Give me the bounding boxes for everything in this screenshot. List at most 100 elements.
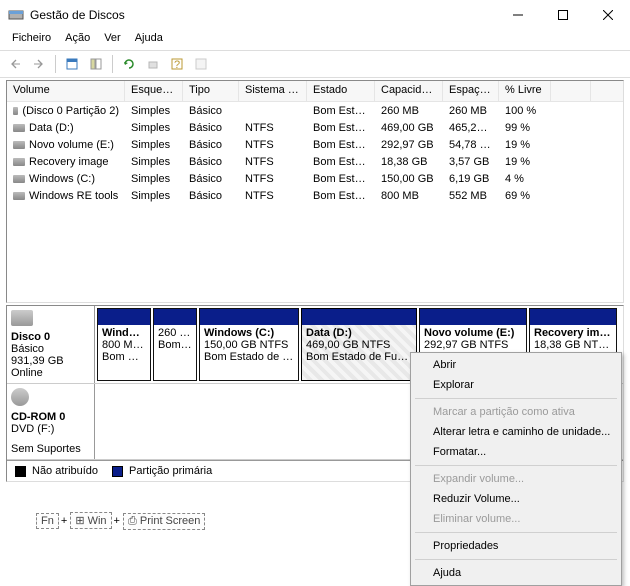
forward-button[interactable] (28, 53, 50, 75)
menu-view[interactable]: Ver (98, 30, 127, 50)
volume-row[interactable]: Windows RE toolsSimplesBásicoNTFSBom Est… (7, 187, 623, 204)
volume-icon (13, 175, 25, 183)
partition[interactable]: Windows (C:)150,00 GB NTFSBom Estado de … (199, 308, 299, 381)
cell-type: Básico (183, 189, 239, 203)
cell-fs: NTFS (239, 155, 307, 169)
window-title: Gestão de Discos (30, 8, 125, 22)
maximize-button[interactable] (540, 0, 585, 30)
cell-layout: Simples (125, 189, 183, 203)
settings-button[interactable] (190, 53, 212, 75)
partition-name: Recovery image (534, 327, 612, 339)
ctx-change-letter[interactable]: Alterar letra e caminho de unidade... (413, 422, 619, 442)
col-capacity[interactable]: Capacidade (375, 81, 443, 101)
legend-unallocated: Não atribuído (32, 465, 98, 477)
cell-pct: 4 % (499, 172, 551, 186)
partition-status: Bom Estac (102, 351, 146, 363)
volume-icon (13, 158, 25, 166)
eject-button[interactable] (142, 53, 164, 75)
ctx-properties[interactable]: Propriedades (413, 536, 619, 556)
cell-type: Básico (183, 138, 239, 152)
menu-action[interactable]: Ação (59, 30, 96, 50)
partition-status: Bom Est (158, 339, 192, 351)
help-button[interactable]: ? (166, 53, 188, 75)
col-pct[interactable]: % Livre (499, 81, 551, 101)
volume-icon (13, 141, 25, 149)
cell-capacity: 800 MB (375, 189, 443, 203)
cell-capacity: 260 MB (375, 104, 443, 118)
cell-free: 54,78 GB (443, 138, 499, 152)
partition-bar (302, 309, 416, 325)
minimize-button[interactable] (495, 0, 540, 30)
close-button[interactable] (585, 0, 630, 30)
partition-status: Bom Estado de Func (204, 351, 294, 363)
cell-type: Básico (183, 172, 239, 186)
cell-capacity: 150,00 GB (375, 172, 443, 186)
partition-size: 800 MB N (102, 339, 146, 351)
cell-type: Básico (183, 155, 239, 169)
refresh-button[interactable] (61, 53, 83, 75)
volume-row[interactable]: Data (D:)SimplesBásicoNTFSBom Estad...46… (7, 119, 623, 136)
col-volume[interactable]: Volume (7, 81, 125, 101)
partition[interactable]: Windows800 MB NBom Estac (97, 308, 151, 381)
ctx-format[interactable]: Formatar... (413, 442, 619, 462)
cell-status: Bom Estad... (307, 121, 375, 135)
ctx-explore[interactable]: Explorar (413, 375, 619, 395)
cell-layout: Simples (125, 121, 183, 135)
col-fs[interactable]: Sistema de ... (239, 81, 307, 101)
volume-name: Windows RE tools (29, 190, 118, 202)
volume-icon (13, 124, 25, 132)
ctx-reduce[interactable]: Reduzir Volume... (413, 489, 619, 509)
cell-fs: NTFS (239, 189, 307, 203)
volume-name: Data (D:) (29, 122, 74, 134)
key-fn: Fn (36, 513, 59, 529)
cell-layout: Simples (125, 138, 183, 152)
disk-status: Online (11, 367, 90, 379)
volume-name: Windows (C:) (29, 173, 95, 185)
cell-pct: 100 % (499, 104, 551, 118)
cell-layout: Simples (125, 172, 183, 186)
partition-name: Data (D:) (306, 327, 412, 339)
context-menu: Abrir Explorar Marcar a partição como at… (410, 352, 622, 586)
menu-help[interactable]: Ajuda (129, 30, 169, 50)
partition[interactable]: Data (D:)469,00 GB NTFSBom Estado de Fun… (301, 308, 417, 381)
cell-pct: 99 % (499, 121, 551, 135)
volume-name: Novo volume (E:) (29, 139, 114, 151)
volume-row[interactable]: Novo volume (E:)SimplesBásicoNTFSBom Est… (7, 136, 623, 153)
properties-button[interactable] (85, 53, 107, 75)
cell-capacity: 469,00 GB (375, 121, 443, 135)
cell-type: Básico (183, 104, 239, 118)
volume-row[interactable]: Windows (C:)SimplesBásicoNTFSBom Estad..… (7, 170, 623, 187)
disk-type: Básico (11, 343, 90, 355)
ctx-open[interactable]: Abrir (413, 355, 619, 375)
key-win: ⊞ Win (70, 512, 111, 529)
col-layout[interactable]: Esquema (125, 81, 183, 101)
menu-bar: Ficheiro Ação Ver Ajuda (0, 30, 630, 50)
menu-file[interactable]: Ficheiro (6, 30, 57, 50)
ctx-help[interactable]: Ajuda (413, 563, 619, 583)
cell-free: 465,29 GB (443, 121, 499, 135)
title-bar: Gestão de Discos (0, 0, 630, 30)
cdrom-status: Sem Suportes (11, 443, 90, 455)
partition[interactable]: 260 MBBom Est (153, 308, 197, 381)
cdrom-sub: DVD (F:) (11, 423, 90, 435)
partition-bar (154, 309, 196, 325)
cell-status: Bom Estad... (307, 155, 375, 169)
partition-name: Windows (102, 327, 146, 339)
cdrom-icon (11, 388, 29, 406)
col-free[interactable]: Espaço ... (443, 81, 499, 101)
col-type[interactable]: Tipo (183, 81, 239, 101)
rescan-button[interactable] (118, 53, 140, 75)
volume-row[interactable]: (Disco 0 Partição 2)SimplesBásicoBom Est… (7, 102, 623, 119)
ctx-delete: Eliminar volume... (413, 509, 619, 529)
disk-name: Disco 0 (11, 331, 90, 343)
volume-list-header[interactable]: Volume Esquema Tipo Sistema de ... Estad… (7, 81, 623, 102)
partition-size: 18,38 GB NTFS (534, 339, 612, 351)
back-button[interactable] (4, 53, 26, 75)
cell-free: 260 MB (443, 104, 499, 118)
partition-bar (530, 309, 616, 325)
volume-row[interactable]: Recovery imageSimplesBásicoNTFSBom Estad… (7, 153, 623, 170)
cell-status: Bom Estad... (307, 172, 375, 186)
col-status[interactable]: Estado (307, 81, 375, 101)
cdrom-name: CD-ROM 0 (11, 411, 90, 423)
cell-pct: 19 % (499, 138, 551, 152)
